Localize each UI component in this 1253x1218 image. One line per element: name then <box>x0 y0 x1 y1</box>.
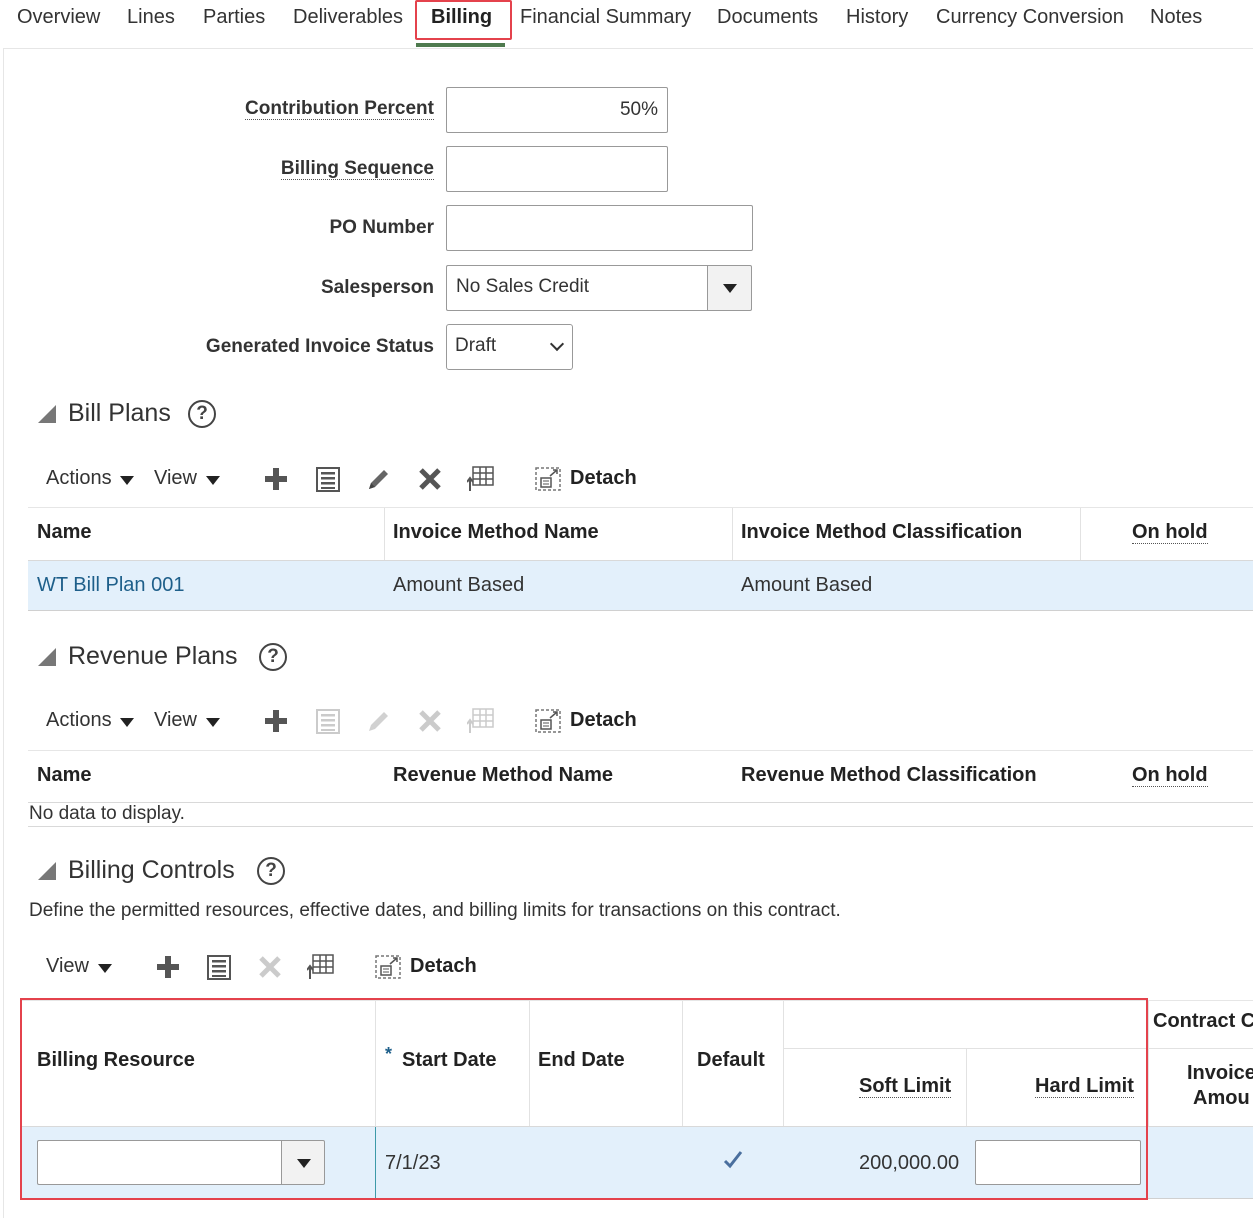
column-header-on-hold[interactable]: On hold <box>1132 764 1208 787</box>
billing-controls-detach-button[interactable]: Detach <box>410 955 477 978</box>
column-header-revenue-method-name[interactable]: Revenue Method Name <box>393 764 613 787</box>
column-divider <box>384 508 385 560</box>
bill-plan-name-link[interactable]: WT Bill Plan 001 <box>37 574 184 597</box>
tab-documents[interactable]: Documents <box>717 6 818 29</box>
column-header-name[interactable]: Name <box>37 764 91 787</box>
column-header-invoice-amount-line2[interactable]: Amou <box>1193 1087 1250 1110</box>
contribution-percent-input[interactable] <box>446 87 668 133</box>
generated-invoice-status-value: Draft <box>455 335 497 356</box>
edit-pencil-icon[interactable] <box>365 465 393 493</box>
tab-deliverables[interactable]: Deliverables <box>293 6 403 29</box>
delete-x-icon <box>419 710 441 732</box>
revenue-plans-table-header <box>28 750 1253 803</box>
help-icon[interactable]: ? <box>257 857 285 885</box>
caret-down-icon <box>120 718 134 727</box>
column-divider <box>732 508 733 560</box>
active-tab-indicator <box>416 43 505 47</box>
tab-overview[interactable]: Overview <box>17 6 100 29</box>
contribution-percent-label: Contribution Percent <box>245 98 434 120</box>
bill-plans-detach-button[interactable]: Detach <box>570 467 637 490</box>
freeze-columns-icon[interactable] <box>307 953 335 981</box>
details-icon[interactable] <box>205 953 233 981</box>
delete-x-icon <box>259 956 281 978</box>
column-header-on-hold[interactable]: On hold <box>1132 521 1208 544</box>
billing-sequence-input[interactable] <box>446 146 668 192</box>
revenue-plans-actions-menu[interactable]: Actions <box>46 709 112 732</box>
details-icon <box>316 709 340 734</box>
billing-controls-view-menu[interactable]: View <box>46 955 89 978</box>
po-number-label: PO Number <box>329 217 434 238</box>
detach-icon[interactable] <box>534 707 562 735</box>
add-icon[interactable] <box>154 953 182 981</box>
bill-plans-title: Bill Plans <box>68 399 171 427</box>
revenue-plans-view-menu[interactable]: View <box>154 709 197 732</box>
help-icon[interactable]: ? <box>259 643 287 671</box>
no-data-message: No data to display. <box>29 803 185 824</box>
tab-bar: Overview Lines Parties Deliverables Bill… <box>0 0 1253 48</box>
invoice-method-name-cell: Amount Based <box>393 574 525 596</box>
help-icon[interactable]: ? <box>188 400 216 428</box>
chevron-down-icon <box>549 336 565 352</box>
column-header-invoice-amount-line1[interactable]: Invoice <box>1187 1062 1253 1085</box>
table-bottom-border <box>28 826 1253 827</box>
caret-down-icon <box>120 476 134 485</box>
caret-down-icon <box>98 964 112 973</box>
bill-plans-actions-menu[interactable]: Actions <box>46 467 112 490</box>
tab-parties[interactable]: Parties <box>203 6 265 29</box>
tab-lines[interactable]: Lines <box>127 6 175 29</box>
salesperson-label: Salesperson <box>321 277 434 298</box>
po-number-input[interactable] <box>446 205 753 251</box>
generated-invoice-status-select[interactable]: Draft <box>446 324 573 370</box>
freeze-columns-icon[interactable] <box>467 465 495 493</box>
invoice-method-classification-cell: Amount Based <box>741 574 873 596</box>
add-icon[interactable] <box>262 465 290 493</box>
revenue-plans-detach-button[interactable]: Detach <box>570 709 637 732</box>
freeze-columns-icon <box>467 708 494 733</box>
tab-financial-summary[interactable]: Financial Summary <box>520 6 691 29</box>
bill-plans-table-header <box>28 507 1253 561</box>
billing-tab-highlight <box>415 0 512 40</box>
column-group-header-contract: Contract C <box>1153 1010 1253 1032</box>
billing-controls-title: Billing Controls <box>68 856 235 884</box>
table-row[interactable] <box>28 561 1253 611</box>
tab-notes[interactable]: Notes <box>1150 6 1202 29</box>
detach-icon[interactable] <box>374 953 402 981</box>
collapse-triangle-icon[interactable] <box>38 648 56 666</box>
add-icon[interactable] <box>262 707 290 735</box>
column-header-invoice-method-classification[interactable]: Invoice Method Classification <box>741 521 1022 544</box>
column-header-revenue-method-classification[interactable]: Revenue Method Classification <box>741 764 1037 787</box>
salesperson-input[interactable]: No Sales Credit <box>446 265 708 311</box>
column-divider <box>1080 508 1081 560</box>
caret-down-icon <box>206 476 220 485</box>
billing-controls-highlight <box>20 998 1148 1200</box>
detach-icon[interactable] <box>534 465 562 493</box>
delete-x-icon[interactable] <box>416 465 444 493</box>
bill-plans-view-menu[interactable]: View <box>154 467 197 490</box>
details-icon[interactable] <box>314 465 342 493</box>
column-header-name[interactable]: Name <box>37 521 91 544</box>
collapse-triangle-icon[interactable] <box>38 405 56 423</box>
caret-down-icon <box>206 718 220 727</box>
column-header-invoice-method-name[interactable]: Invoice Method Name <box>393 521 599 544</box>
caret-down-icon <box>723 284 737 293</box>
edit-pencil-icon <box>369 712 388 731</box>
generated-invoice-status-label: Generated Invoice Status <box>205 336 434 357</box>
collapse-triangle-icon[interactable] <box>38 862 56 880</box>
tab-history[interactable]: History <box>846 6 908 29</box>
billing-sequence-label: Billing Sequence <box>280 158 434 180</box>
revenue-plans-title: Revenue Plans <box>68 642 238 670</box>
salesperson-dropdown-button[interactable] <box>707 265 752 311</box>
tab-currency-conversion[interactable]: Currency Conversion <box>936 6 1124 29</box>
column-divider <box>1148 1001 1149 1126</box>
billing-controls-description: Define the permitted resources, effectiv… <box>29 900 841 921</box>
